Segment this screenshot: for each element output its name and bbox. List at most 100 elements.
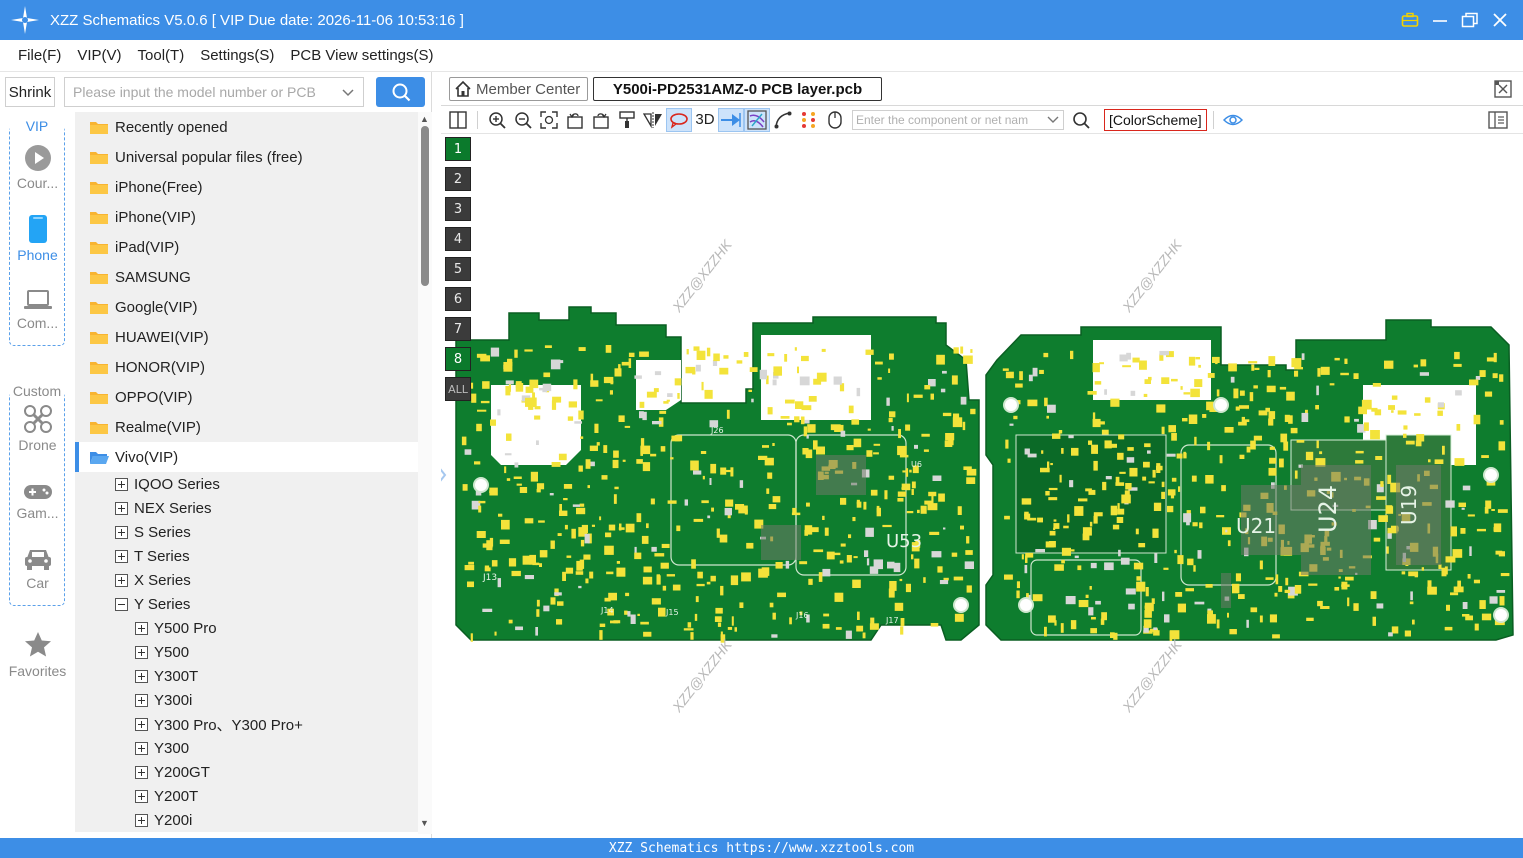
scroll-down-icon[interactable]: ▼ <box>420 818 429 828</box>
side-item-drone[interactable]: Drone <box>0 404 75 453</box>
model-search-input[interactable] <box>73 84 333 100</box>
layer-button-8[interactable]: 8 <box>445 347 471 371</box>
tree-model-item[interactable]: Y500 Pro <box>135 616 217 640</box>
tree-scrollbar[interactable]: ▲ ▼ <box>418 112 432 834</box>
expand-icon[interactable] <box>115 573 128 587</box>
close-tabs-icon[interactable] <box>1493 79 1513 99</box>
expand-icon[interactable] <box>135 717 148 731</box>
model-search-field[interactable] <box>64 77 364 107</box>
split-view-button[interactable] <box>445 108 471 132</box>
tree-series-item[interactable]: S Series <box>115 520 191 544</box>
side-item-games[interactable]: Gam... <box>0 482 75 521</box>
tree-folder-item[interactable]: iPad(VIP) <box>75 232 418 262</box>
layer-button-6[interactable]: 6 <box>445 287 471 311</box>
menu-settings[interactable]: Settings(S) <box>200 47 274 64</box>
mirror-button[interactable] <box>640 108 666 132</box>
layer-button-all[interactable]: ALL <box>445 377 471 401</box>
color-scheme-button[interactable]: [ColorScheme] <box>1104 108 1207 131</box>
tree-model-item[interactable]: Y300i <box>135 688 192 712</box>
tree-folder-item[interactable]: SAMSUNG <box>75 262 418 292</box>
pcb-canvas[interactable]: J26 J14 J15 J16 J17 J13 U53 U21 U24 U19 U6 1 2 3 4 5 6 7… <box>441 135 1523 838</box>
tree-series-item[interactable]: X Series <box>115 568 191 592</box>
pin-grid-button[interactable] <box>796 108 822 132</box>
tree-folder-item[interactable]: HONOR(VIP) <box>75 352 418 382</box>
3d-view-button[interactable]: 3D <box>692 111 718 128</box>
layer-button-7[interactable]: 7 <box>445 317 471 341</box>
expand-icon[interactable] <box>115 549 128 563</box>
tree-model-item[interactable]: Y200GT <box>135 760 210 784</box>
menu-vip[interactable]: VIP(V) <box>77 47 121 64</box>
collapse-icon[interactable] <box>115 597 128 611</box>
zoom-in-button[interactable] <box>484 108 510 132</box>
tree-folder-item[interactable]: Google(VIP) <box>75 292 418 322</box>
side-item-phone[interactable]: Phone <box>0 214 75 263</box>
expand-icon[interactable] <box>135 693 148 707</box>
tree-series-item[interactable]: NEX Series <box>115 496 212 520</box>
tree-model-item[interactable]: Y300 <box>135 736 189 760</box>
layer-button-4[interactable]: 4 <box>445 227 471 251</box>
chevron-down-icon[interactable] <box>341 86 355 100</box>
component-search-field[interactable] <box>852 109 1064 130</box>
fit-view-button[interactable] <box>536 108 562 132</box>
menu-tool[interactable]: Tool(T) <box>138 47 185 64</box>
close-button[interactable] <box>1485 0 1515 40</box>
paint-brush-button[interactable] <box>614 108 640 132</box>
visibility-button[interactable] <box>1220 108 1246 132</box>
expand-icon[interactable] <box>135 669 148 683</box>
tab-member-center[interactable]: Member Center <box>449 77 588 101</box>
tree-model-item[interactable]: Y200T <box>135 784 198 808</box>
component-search-button[interactable] <box>1068 108 1094 132</box>
side-item-car[interactable]: Car <box>0 546 75 591</box>
tree-folder-item[interactable]: Recently opened <box>75 112 418 142</box>
side-item-courses[interactable]: Cour... <box>0 144 75 191</box>
net-highlight-button[interactable] <box>666 107 692 132</box>
side-item-favorites[interactable]: Favorites <box>0 630 75 679</box>
side-item-computer[interactable]: Com... <box>0 288 75 331</box>
layer-button-3[interactable]: 3 <box>445 197 471 221</box>
expand-icon[interactable] <box>135 789 148 803</box>
expand-icon[interactable] <box>135 765 148 779</box>
expand-icon[interactable] <box>135 813 148 827</box>
pcb-board-view[interactable]: J26 J14 J15 J16 J17 J13 U53 U21 U24 U19 U6 <box>441 135 1523 838</box>
search-button[interactable] <box>376 77 425 107</box>
shrink-button[interactable]: Shrink <box>5 77 55 107</box>
tree-series-item[interactable]: Y Series <box>115 592 190 616</box>
minimize-button[interactable] <box>1425 0 1455 40</box>
restore-button[interactable] <box>1455 0 1485 40</box>
zoom-out-button[interactable] <box>510 108 536 132</box>
expand-icon[interactable] <box>115 525 128 539</box>
tree-folder-item[interactable]: Realme(VIP) <box>75 412 418 442</box>
expand-icon[interactable] <box>115 501 128 515</box>
expand-icon[interactable] <box>135 621 148 635</box>
tree-model-item[interactable]: Y300 Pro、Y300 Pro+ <box>135 712 303 736</box>
expand-icon[interactable] <box>135 741 148 755</box>
layer-button-2[interactable]: 2 <box>445 167 471 191</box>
rotate-right-button[interactable] <box>588 108 614 132</box>
tree-folder-item[interactable]: Universal popular files (free) <box>75 142 418 172</box>
tree-folder-item[interactable]: OPPO(VIP) <box>75 382 418 412</box>
menu-pcb-view-settings[interactable]: PCB View settings(S) <box>290 47 433 64</box>
tree-series-item[interactable]: T Series <box>115 544 190 568</box>
scrollbar-thumb[interactable] <box>421 126 429 286</box>
tree-model-item[interactable]: Y300T <box>135 664 198 688</box>
menu-file[interactable]: File(F) <box>18 47 61 64</box>
tree-model-item[interactable]: Y200i <box>135 808 192 832</box>
layer-button-1[interactable]: 1 <box>445 137 471 161</box>
rotate-left-button[interactable] <box>562 108 588 132</box>
tree-series-item[interactable]: IQOO Series <box>115 472 220 496</box>
briefcase-button[interactable] <box>1395 0 1425 40</box>
expand-icon[interactable] <box>115 477 128 491</box>
side-panel-toggle-button[interactable] <box>1485 108 1511 132</box>
chevron-down-icon[interactable] <box>1047 114 1059 126</box>
expand-icon[interactable] <box>135 645 148 659</box>
measure-button[interactable] <box>770 108 796 132</box>
trace-view-button[interactable] <box>744 107 770 132</box>
flip-view-button[interactable] <box>718 107 744 132</box>
mouse-mode-button[interactable] <box>822 108 848 132</box>
component-search-input[interactable] <box>853 110 1041 129</box>
layer-button-5[interactable]: 5 <box>445 257 471 281</box>
tab-pcb-file[interactable]: Y500i-PD2531AMZ-0 PCB layer.pcb <box>593 77 882 101</box>
tree-model-item[interactable]: Y500 <box>135 640 189 664</box>
tree-folder-item[interactable]: iPhone(Free) <box>75 172 418 202</box>
tree-folder-item[interactable]: iPhone(VIP) <box>75 202 418 232</box>
